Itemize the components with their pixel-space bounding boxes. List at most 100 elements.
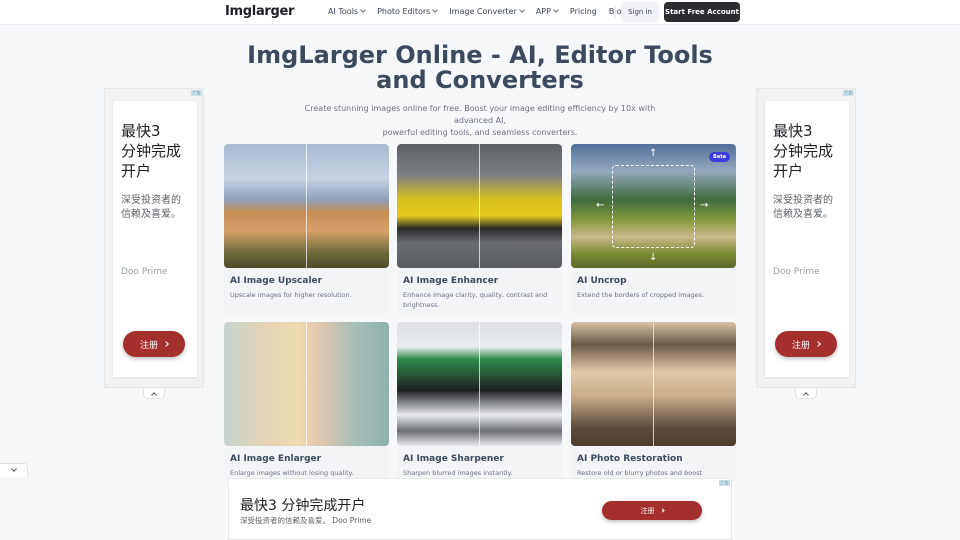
tool-card-uncrop[interactable]: ↑ ↓ ← → Beta AI Uncrop Extend the border… (571, 144, 736, 314)
ad-register-button[interactable]: 注册 (123, 331, 185, 357)
card-description: Sharpen blurred images instantly. (403, 469, 513, 477)
chevron-right-icon (163, 341, 169, 347)
chevron-down-icon (10, 466, 17, 472)
beta-badge: Beta (709, 152, 730, 162)
nav-divider (615, 6, 616, 18)
tool-card-sharpener[interactable]: AI Image Sharpener Sharpen blurred image… (397, 322, 562, 482)
subtitle-line-2: powerful editing tools, and seamless con… (382, 128, 578, 137)
menu-image-converter[interactable]: Image Converter (449, 7, 525, 16)
ad-headline-line: 分钟完成 (121, 142, 182, 160)
card-title: AI Photo Restoration (577, 454, 683, 464)
arrow-left-icon: ← (596, 200, 605, 211)
chevron-right-icon (815, 341, 821, 347)
tool-card-enlarger[interactable]: AI Image Enlarger Enlarge images without… (224, 322, 389, 482)
card-image (224, 322, 389, 446)
page-title: ImgLarger Online - AI, Editor Tools and … (230, 43, 730, 93)
before-after-divider (479, 144, 480, 268)
page-subtitle: Create stunning images online for free. … (290, 103, 670, 139)
menu-ai-tools[interactable]: AI Tools (328, 7, 366, 16)
ad-description: 深受投资者的 信赖及喜爱。 (773, 194, 847, 222)
tool-card-restoration[interactable]: AI Photo Restoration Restore old or blur… (571, 322, 736, 482)
card-description: Restore old or blurry photos and boost (577, 469, 703, 477)
card-description: Enhance image clarity, quality, contrast… (403, 291, 548, 309)
menu-label: APP (535, 7, 551, 16)
card-title: AI Image Sharpener (403, 454, 504, 464)
ad-content[interactable]: 最快3 分钟完成 开户 深受投资者的 信赖及喜爱。 Doo Prime 注册 (113, 101, 197, 377)
ad-description: 深受投资者的信赖及喜爱。 Doo Prime (240, 516, 372, 525)
ad-desc-line: 信赖及喜爱。 (773, 209, 833, 220)
left-side-ad[interactable]: 广告 最快3 分钟完成 开户 深受投资者的 信赖及喜爱。 Doo Prime 注… (104, 88, 204, 388)
card-image (397, 322, 562, 446)
before-after-divider (479, 322, 480, 446)
logo[interactable]: Imglarger (225, 4, 294, 19)
card-image: ↑ ↓ ← → Beta (571, 144, 736, 268)
card-description: Upscale images for higher resolution. (230, 291, 352, 299)
title-line-1: ImgLarger Online - AI, Editor Tools (247, 41, 713, 69)
ad-desc-line: 深受投资者的 (121, 195, 181, 206)
ad-headline-line: 最快3 (121, 122, 161, 140)
main-menu: AI Tools Photo Editors Image Converter A… (328, 7, 639, 16)
before-after-divider (653, 322, 654, 446)
chevron-down-icon (518, 7, 525, 13)
card-image (571, 322, 736, 446)
ad-brand: Doo Prime (773, 267, 820, 277)
chevron-up-icon (803, 392, 809, 398)
card-image (224, 144, 389, 268)
collapse-right-ad-button[interactable] (795, 389, 817, 399)
chevron-down-icon (553, 7, 559, 13)
title-line-2: and Converters (376, 66, 584, 94)
before-after-divider (306, 322, 307, 446)
card-image (397, 144, 562, 268)
ad-content[interactable]: 最快3 分钟完成 开户 深受投资者的 信赖及喜爱。 Doo Prime 注册 (765, 101, 849, 377)
top-nav: Imglarger AI Tools Photo Editors Image C… (0, 0, 960, 25)
menu-label: AI Tools (328, 7, 359, 16)
ad-brand: Doo Prime (121, 267, 168, 277)
ad-headline: 最快3 分钟完成 开户 (121, 121, 195, 181)
arrow-right-icon: → (700, 200, 709, 211)
ad-headline: 最快3 分钟完成 开户 (773, 121, 847, 181)
menu-label: Photo Editors (377, 7, 431, 16)
card-title: AI Image Enhancer (403, 276, 499, 286)
ad-headline-line: 开户 (121, 162, 152, 180)
arrow-up-icon: ↑ (649, 148, 658, 159)
menu-pricing[interactable]: Pricing (570, 7, 597, 16)
arrow-down-icon: ↓ (649, 252, 658, 263)
ad-cta-label: 注册 (791, 340, 810, 351)
menu-label: Image Converter (449, 7, 517, 16)
card-title: AI Image Upscaler (230, 276, 323, 286)
chevron-right-icon (659, 508, 665, 513)
ad-badge[interactable]: 广告 (191, 90, 202, 96)
card-description: Enlarge images without losing quality. (230, 469, 354, 477)
card-title: AI Image Enlarger (230, 454, 322, 464)
ad-register-button[interactable]: 注册 (775, 331, 837, 357)
card-description: Extend the borders of cropped images. (577, 291, 705, 299)
crop-frame (612, 165, 695, 248)
ad-badge[interactable]: 广告 (843, 90, 854, 96)
ad-desc-line: 深受投资者的 (773, 195, 833, 206)
ad-badge[interactable]: 广告 (719, 480, 730, 486)
bottom-banner-ad[interactable]: 广告 最快3 分钟完成开户 深受投资者的信赖及喜爱。 Doo Prime 注册 (228, 478, 732, 540)
ad-cta-label: 注册 (139, 340, 158, 351)
ad-headline-line: 最快3 (773, 122, 813, 140)
menu-app[interactable]: APP (535, 7, 559, 16)
subtitle-line-1: Create stunning images online for free. … (304, 104, 656, 125)
start-free-account-button[interactable]: Start Free Account (664, 2, 740, 22)
chevron-up-icon (151, 392, 157, 398)
ad-headline-line: 开户 (773, 162, 804, 180)
ad-register-button[interactable]: 注册 (602, 501, 702, 520)
sign-in-button[interactable]: Sign in (621, 2, 659, 22)
ad-headline: 最快3 分钟完成开户 (240, 498, 366, 514)
tool-card-upscaler[interactable]: AI Image Upscaler Upscale images for hig… (224, 144, 389, 314)
chevron-down-icon (432, 7, 439, 13)
ad-desc-line: 信赖及喜爱。 (121, 209, 181, 220)
ad-description: 深受投资者的 信赖及喜爱。 (121, 194, 195, 222)
tool-card-enhancer[interactable]: AI Image Enhancer Enhance image clarity,… (397, 144, 562, 314)
menu-photo-editors[interactable]: Photo Editors (377, 7, 439, 16)
ad-headline-line: 分钟完成 (773, 142, 834, 160)
chevron-down-icon (360, 7, 366, 13)
expand-bottom-ad-button[interactable] (0, 463, 28, 477)
ad-cta-label: 注册 (640, 506, 655, 515)
collapse-left-ad-button[interactable] (143, 389, 165, 399)
card-title: AI Uncrop (577, 276, 627, 286)
right-side-ad[interactable]: 广告 最快3 分钟完成 开户 深受投资者的 信赖及喜爱。 Doo Prime 注… (756, 88, 856, 388)
